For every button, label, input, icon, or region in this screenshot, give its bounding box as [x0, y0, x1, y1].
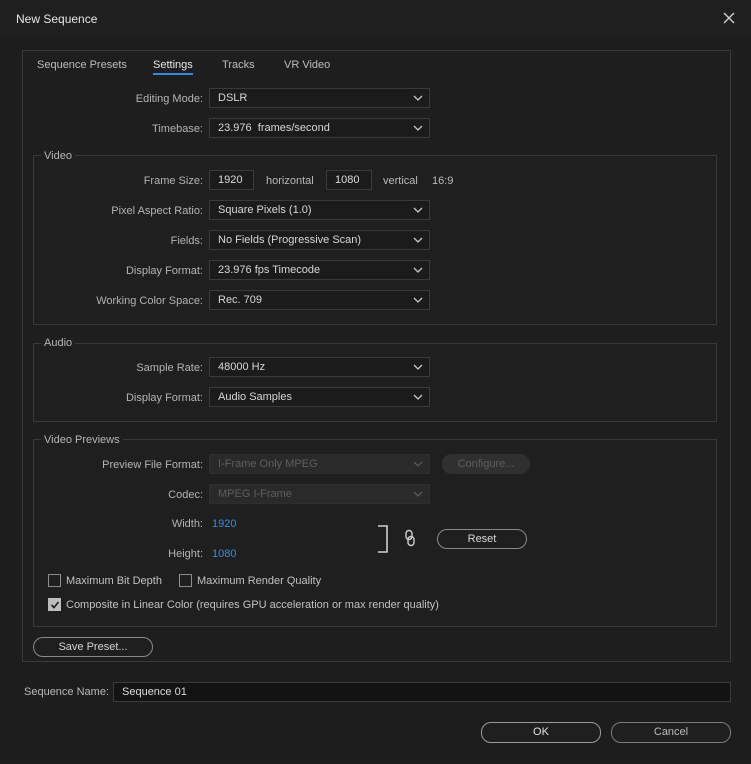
bracket-icon: [378, 525, 388, 553]
editing-mode-label: Editing Mode:: [135, 93, 203, 105]
working-color-space-label: Working Color Space:: [96, 295, 203, 307]
frame-height-field[interactable]: 1080: [326, 170, 372, 190]
reset-button[interactable]: Reset: [437, 529, 527, 549]
preview-file-format-value: I-Frame Only MPEG: [218, 458, 318, 470]
frame-width-field[interactable]: 1920: [209, 170, 254, 190]
window-title: New Sequence: [16, 12, 98, 26]
pixel-aspect-ratio-dropdown[interactable]: Square Pixels (1.0): [209, 200, 430, 220]
chevron-down-icon: [413, 207, 423, 213]
editing-mode-value: DSLR: [218, 92, 248, 104]
video-display-format-value: 23.976 fps Timecode: [218, 264, 321, 276]
max-bit-depth-checkbox[interactable]: [48, 574, 61, 587]
chevron-down-icon: [413, 125, 423, 131]
sample-rate-value: 48000 Hz: [218, 361, 266, 373]
link-chain-icon[interactable]: [403, 529, 417, 547]
chevron-down-icon: [413, 237, 423, 243]
working-color-space-dropdown[interactable]: Rec. 709: [209, 290, 430, 310]
tab-sequence-presets[interactable]: Sequence Presets: [37, 59, 127, 71]
video-group-title: Video: [41, 150, 75, 162]
audio-group: [33, 343, 717, 422]
sequence-name-input[interactable]: Sequence 01: [113, 682, 731, 702]
timebase-label: Timebase:: [152, 123, 203, 135]
tab-vr-video[interactable]: VR Video: [284, 59, 330, 71]
frame-width-unit: horizontal: [266, 175, 314, 187]
max-bit-depth-label: Maximum Bit Depth: [66, 575, 162, 587]
save-preset-button[interactable]: Save Preset...: [33, 637, 153, 657]
fields-dropdown[interactable]: No Fields (Progressive Scan): [209, 230, 430, 250]
title-bar: [0, 0, 751, 38]
tab-settings[interactable]: Settings: [153, 59, 193, 75]
preview-height-value[interactable]: 1080: [212, 548, 236, 560]
chevron-down-icon: [413, 364, 423, 370]
frame-height-unit: vertical: [383, 175, 418, 187]
timebase-dropdown[interactable]: 23.976 frames/second: [209, 118, 430, 138]
tab-tracks[interactable]: Tracks: [222, 59, 255, 71]
sample-rate-dropdown[interactable]: 48000 Hz: [209, 357, 430, 377]
timebase-value: 23.976 frames/second: [218, 122, 330, 134]
editing-mode-dropdown[interactable]: DSLR: [209, 88, 430, 108]
sample-rate-label: Sample Rate:: [136, 362, 203, 374]
cancel-button[interactable]: Cancel: [611, 722, 731, 743]
composite-linear-label: Composite in Linear Color (requires GPU …: [66, 599, 439, 611]
pixel-aspect-ratio-label: Pixel Aspect Ratio:: [111, 205, 203, 217]
audio-group-title: Audio: [41, 337, 76, 349]
codec-dropdown[interactable]: MPEG I-Frame: [209, 484, 430, 504]
max-render-quality-checkbox[interactable]: [179, 574, 192, 587]
fields-label: Fields:: [170, 235, 203, 247]
video-display-format-dropdown[interactable]: 23.976 fps Timecode: [209, 260, 430, 280]
chevron-down-icon: [413, 267, 423, 273]
composite-linear-checkbox[interactable]: [48, 598, 61, 611]
checkmark-icon: [50, 601, 60, 609]
audio-display-format-dropdown[interactable]: Audio Samples: [209, 387, 430, 407]
working-color-space-value: Rec. 709: [218, 294, 263, 306]
sequence-name-label: Sequence Name:: [24, 686, 109, 698]
ok-button[interactable]: OK: [481, 722, 601, 743]
preview-width-label: Width:: [171, 518, 203, 530]
chevron-down-icon: [413, 491, 423, 497]
audio-display-format-value: Audio Samples: [218, 391, 292, 403]
codec-label: Codec:: [168, 489, 203, 501]
frame-aspect-ratio: 16:9: [432, 175, 454, 187]
codec-value: MPEG I-Frame: [218, 488, 292, 500]
fields-value: No Fields (Progressive Scan): [218, 234, 362, 246]
preview-file-format-dropdown[interactable]: I-Frame Only MPEG: [209, 454, 430, 474]
frame-size-label: Frame Size:: [143, 175, 203, 187]
configure-button[interactable]: Configure...: [442, 454, 530, 474]
chevron-down-icon: [413, 297, 423, 303]
close-icon[interactable]: [721, 10, 737, 26]
video-display-format-label: Display Format:: [125, 265, 203, 277]
preview-height-label: Height:: [168, 548, 203, 560]
pixel-aspect-ratio-value: Square Pixels (1.0): [218, 204, 312, 216]
video-previews-group-title: Video Previews: [41, 434, 123, 446]
preview-width-value[interactable]: 1920: [212, 518, 236, 530]
max-render-quality-label: Maximum Render Quality: [197, 575, 322, 587]
chevron-down-icon: [413, 394, 423, 400]
preview-file-format-label: Preview File Format:: [102, 459, 203, 471]
chevron-down-icon: [413, 95, 423, 101]
audio-display-format-label: Display Format:: [125, 392, 203, 404]
chevron-down-icon: [413, 461, 423, 467]
